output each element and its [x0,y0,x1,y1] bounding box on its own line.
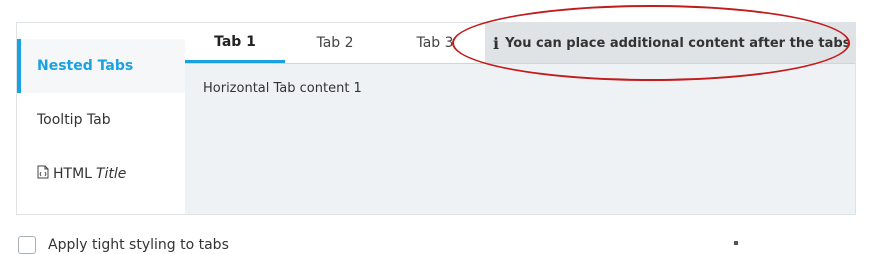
vertical-tab-label: Nested Tabs [37,58,134,74]
tab-extra-text: You can place additional content after t… [505,35,851,51]
vertical-tab-nested-tabs[interactable]: Nested Tabs [17,39,185,93]
vertical-tab-html-title[interactable]: HTML Title [17,147,185,201]
tab-extra-content: i You can place additional content after… [485,23,855,63]
tight-styling-option[interactable]: Apply tight styling to tabs [18,236,229,254]
vertical-tab-italic-suffix: Title [95,166,127,182]
tight-styling-label: Apply tight styling to tabs [48,237,229,253]
partial-control [734,241,738,245]
document-icon [37,165,49,183]
tab-1[interactable]: Tab 1 [185,23,285,63]
tab-3[interactable]: Tab 3 [385,23,485,63]
tight-styling-checkbox[interactable] [18,236,36,254]
vertical-tab-label: Tooltip Tab [37,112,111,128]
tab-content: Horizontal Tab content 1 [203,81,362,96]
vertical-tab-label: HTML [53,166,92,182]
vertical-tab-tooltip-tab[interactable]: Tooltip Tab [17,93,185,147]
vertical-tab-list: Nested Tabs Tooltip Tab HTML Title [17,39,185,201]
info-icon: i [493,33,500,53]
tab-2[interactable]: Tab 2 [285,23,385,63]
tabs-demo-frame: Nested Tabs Tooltip Tab HTML Title Tab 1… [16,22,856,215]
tab-panel: Tab 1 Tab 2 Tab 3 i You can place additi… [185,23,855,214]
horizontal-tab-list: Tab 1 Tab 2 Tab 3 i You can place additi… [185,23,855,64]
